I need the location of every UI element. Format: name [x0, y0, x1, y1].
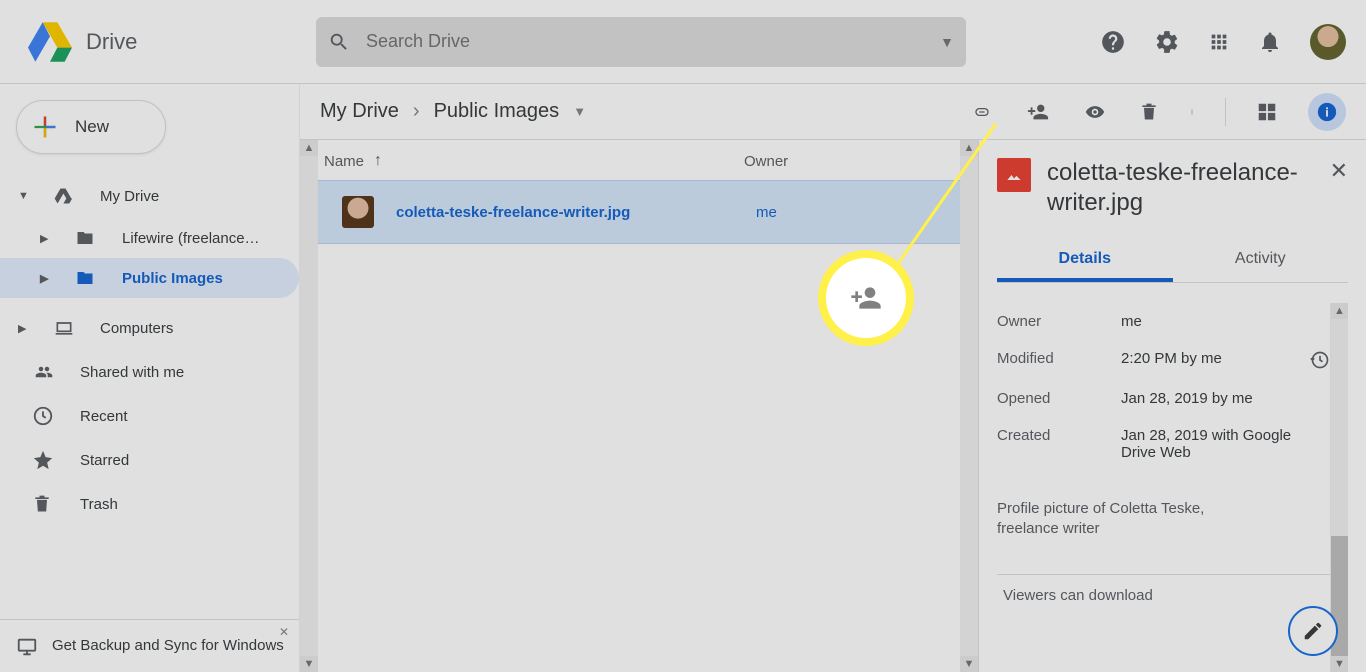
details-panel: coletta-teske-freelance-writer.jpg ✕ Det… — [978, 140, 1366, 672]
file-name: coletta-teske-freelance-writer.jpg — [396, 204, 756, 221]
computers-icon — [52, 318, 76, 338]
column-owner[interactable]: Owner — [744, 153, 788, 170]
clock-icon — [32, 405, 56, 427]
file-owner: me — [756, 204, 777, 221]
breadcrumb-root[interactable]: My Drive — [320, 100, 399, 123]
toolbar: My Drive › Public Images ▼ — [300, 84, 1366, 140]
nav-label: Computers — [100, 320, 173, 337]
app-header: Drive ▼ — [0, 0, 1366, 84]
viewers-can-download: Viewers can download — [997, 574, 1330, 610]
center-scrollbar[interactable]: ▲▼ — [960, 140, 978, 672]
column-name[interactable]: Name — [324, 153, 364, 170]
nav-folder-public-images[interactable]: ▶ Public Images — [0, 258, 299, 298]
link-icon[interactable] — [969, 104, 995, 120]
meta-owner-value: me — [1121, 313, 1330, 330]
nav-label: Starred — [80, 452, 129, 469]
nav-label: My Drive — [100, 188, 159, 205]
monitor-icon — [14, 636, 38, 658]
meta-opened-label: Opened — [997, 390, 1121, 407]
view-grid-icon[interactable] — [1256, 101, 1278, 123]
preview-icon[interactable] — [1081, 102, 1109, 122]
meta-created-value: Jan 28, 2019 with Google Drive Web — [1121, 427, 1330, 461]
nav-my-drive[interactable]: ▼ My Drive — [0, 174, 299, 218]
tab-details[interactable]: Details — [997, 240, 1173, 282]
chevron-right-icon: ▶ — [18, 322, 28, 335]
product-name: Drive — [86, 29, 137, 55]
callout-circle — [818, 250, 914, 346]
left-scrollbar[interactable]: ▲▼ — [300, 140, 318, 672]
promo-label: Get Backup and Sync for Windows — [52, 636, 284, 658]
close-icon[interactable]: ✕ — [279, 624, 289, 640]
nav-shared[interactable]: Shared with me — [0, 350, 299, 394]
drive-icon — [52, 186, 76, 206]
person-add-icon — [846, 282, 886, 314]
plus-icon — [31, 113, 59, 141]
chevron-right-icon: ▶ — [40, 272, 50, 285]
nav-trash[interactable]: Trash — [0, 482, 299, 526]
more-icon[interactable] — [1189, 100, 1195, 124]
meta-modified-label: Modified — [997, 350, 1121, 370]
star-icon — [32, 449, 56, 471]
image-type-icon — [997, 158, 1031, 192]
search-input[interactable] — [366, 31, 924, 52]
meta-created-label: Created — [997, 427, 1121, 461]
search-options-icon[interactable]: ▼ — [940, 34, 954, 50]
sidebar: New ▼ My Drive ▶ Lifewire (freelance… ▶ … — [0, 84, 300, 672]
tab-activity[interactable]: Activity — [1173, 240, 1349, 282]
meta-modified-value: 2:20 PM by me — [1121, 350, 1304, 370]
file-row[interactable]: coletta-teske-freelance-writer.jpg me — [318, 180, 960, 244]
edit-description-button[interactable] — [1288, 606, 1338, 656]
file-thumbnail — [342, 196, 374, 228]
chevron-right-icon: › — [413, 100, 420, 123]
separator — [1225, 98, 1226, 126]
apps-icon[interactable] — [1208, 31, 1230, 53]
meta-opened-value: Jan 28, 2019 by me — [1121, 390, 1330, 407]
info-button[interactable] — [1308, 93, 1346, 131]
search-icon[interactable] — [328, 31, 350, 53]
breadcrumb: My Drive › Public Images ▼ — [320, 100, 586, 123]
nav-recent[interactable]: Recent — [0, 394, 299, 438]
nav-label: Trash — [80, 496, 118, 513]
trash-icon — [32, 493, 56, 515]
nav-label: Shared with me — [80, 364, 184, 381]
delete-icon[interactable] — [1139, 100, 1159, 124]
chevron-down-icon: ▼ — [18, 190, 28, 202]
file-list: Name ↑ Owner coletta-teske-freelance-wri… — [318, 140, 960, 672]
nav-label: Recent — [80, 408, 128, 425]
chevron-down-icon[interactable]: ▼ — [573, 104, 586, 119]
meta-owner-label: Owner — [997, 313, 1121, 330]
nav-computers[interactable]: ▶ Computers — [0, 306, 299, 350]
notifications-icon[interactable] — [1258, 30, 1282, 54]
drive-logo-icon — [28, 22, 72, 62]
sort-arrow-up-icon[interactable]: ↑ — [374, 152, 382, 170]
account-avatar[interactable] — [1310, 24, 1346, 60]
nav-starred[interactable]: Starred — [0, 438, 299, 482]
help-icon[interactable] — [1100, 29, 1126, 55]
nav-label: Public Images — [122, 270, 223, 287]
chevron-right-icon: ▶ — [40, 232, 50, 245]
nav-label: Lifewire (freelance… — [122, 230, 260, 247]
details-description: Profile picture of Coletta Teske, freela… — [997, 499, 1330, 540]
settings-icon[interactable] — [1154, 29, 1180, 55]
new-button-label: New — [75, 117, 109, 137]
list-header: Name ↑ Owner — [318, 140, 960, 180]
logo-section[interactable]: Drive — [16, 22, 316, 62]
details-title: coletta-teske-freelance-writer.jpg — [1047, 158, 1314, 218]
folder-icon — [74, 269, 98, 287]
backup-sync-promo[interactable]: ✕ Get Backup and Sync for Windows — [0, 619, 299, 672]
close-icon[interactable]: ✕ — [1330, 158, 1348, 218]
person-add-icon[interactable] — [1025, 101, 1051, 123]
new-button[interactable]: New — [16, 100, 166, 154]
search-bar[interactable]: ▼ — [316, 17, 966, 67]
history-icon[interactable] — [1310, 350, 1330, 370]
breadcrumb-current[interactable]: Public Images — [434, 100, 560, 123]
nav-folder-lifewire[interactable]: ▶ Lifewire (freelance… — [0, 218, 299, 258]
people-icon — [32, 363, 56, 381]
folder-icon — [74, 229, 98, 247]
